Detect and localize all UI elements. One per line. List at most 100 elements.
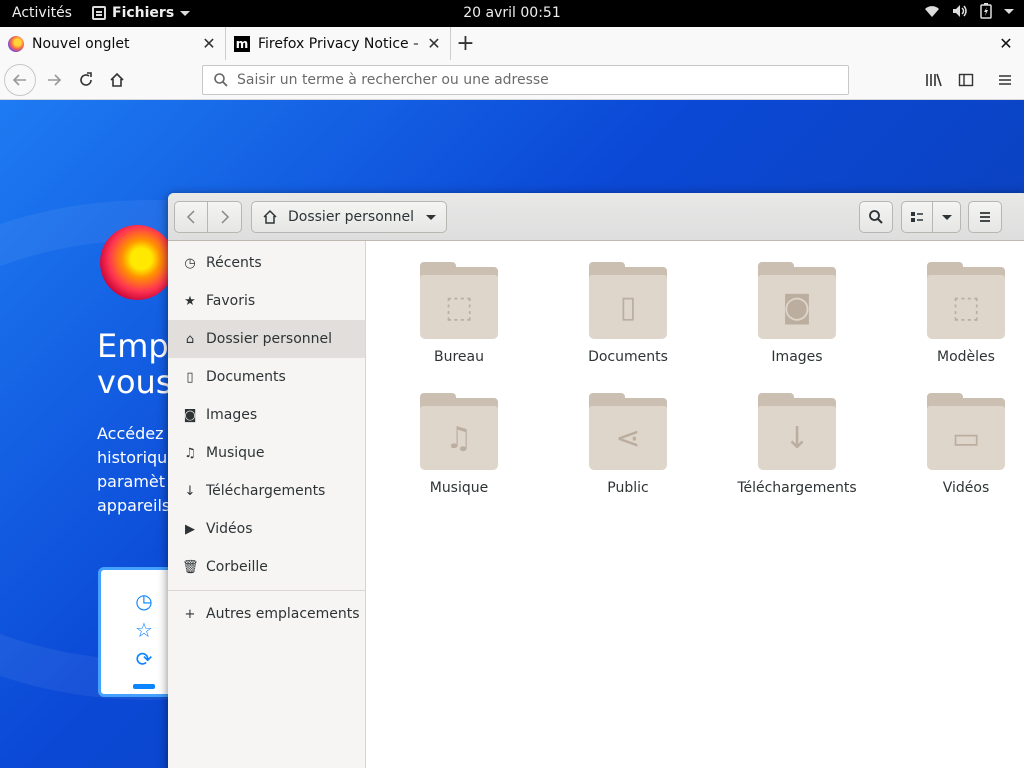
- back-button[interactable]: [4, 64, 36, 96]
- folder-modeles[interactable]: ⬚ Modèles: [896, 261, 1024, 365]
- video-icon: ▶: [185, 521, 195, 537]
- folder-musique[interactable]: ♫ Musique: [389, 392, 529, 496]
- sidebar-item-label: Récents: [206, 255, 262, 271]
- path-bar-label: Dossier personnel: [288, 209, 415, 225]
- folder-icon: ◙: [757, 261, 837, 341]
- folder-images[interactable]: ◙ Images: [727, 261, 867, 365]
- sync-icon: ⟳: [135, 647, 153, 671]
- navigation-toolbar: [0, 60, 1024, 100]
- reload-button[interactable]: [70, 64, 102, 96]
- plus-icon: +: [184, 606, 196, 622]
- home-button[interactable]: [101, 64, 133, 96]
- volume-icon: [953, 5, 967, 17]
- folder-icon: ⬚: [926, 261, 1006, 341]
- folder-label: Public: [607, 480, 649, 496]
- search-icon: [869, 210, 883, 224]
- arrow-right-icon: [48, 74, 62, 86]
- sidebar-item-documents[interactable]: ▯ Documents: [168, 358, 365, 396]
- hamburger-menu-icon: [999, 75, 1011, 85]
- chevron-down-icon: [1004, 8, 1014, 14]
- chevron-down-icon: [426, 214, 436, 220]
- view-toggle-button[interactable]: [901, 201, 933, 233]
- forward-button[interactable]: [38, 64, 70, 96]
- sidebar-item-label: Images: [206, 407, 258, 423]
- tab-title: Nouvel onglet: [32, 35, 130, 52]
- share-icon: ⋖: [615, 420, 641, 456]
- tab-bar-filler: [480, 27, 988, 60]
- library-button[interactable]: [918, 64, 950, 96]
- folder-icon: ⋖: [588, 392, 668, 472]
- close-icon[interactable]: ✕: [201, 34, 217, 53]
- download-icon: ↓: [784, 420, 810, 456]
- sidebar-item-downloads[interactable]: ↓ Téléchargements: [168, 472, 365, 510]
- sidebar-item-images[interactable]: ◙ Images: [168, 396, 365, 434]
- system-status-area[interactable]: [924, 3, 1014, 19]
- folder-label: Documents: [588, 349, 668, 365]
- trash-icon: 🗑︎: [182, 559, 199, 575]
- sidebar-separator: [168, 590, 365, 591]
- chevron-left-icon: [186, 210, 195, 224]
- device-home-bar: [133, 684, 155, 689]
- arrow-left-icon: [12, 74, 26, 86]
- tab-new-tab[interactable]: Nouvel onglet ✕: [0, 27, 225, 60]
- forward-button[interactable]: [208, 201, 242, 233]
- window-close-button[interactable]: ✕: [988, 27, 1024, 60]
- sidebar-toggle-button[interactable]: [950, 64, 982, 96]
- clock-icon: ◷: [135, 589, 153, 613]
- open-menu-button[interactable]: [989, 64, 1021, 96]
- sidebar-item-label: Vidéos: [206, 521, 253, 537]
- url-bar[interactable]: [202, 65, 849, 95]
- library-icon: [926, 73, 942, 87]
- files-window: Dossier personnel ◷ Récents ★ Favoris ⌂ …: [168, 193, 1024, 768]
- sidebar-item-label: Documents: [206, 369, 286, 385]
- menu-button[interactable]: [968, 201, 1002, 233]
- folder-videos[interactable]: ▭ Vidéos: [896, 392, 1024, 496]
- tab-title: Firefox Privacy Notice —: [258, 35, 418, 52]
- folder-documents[interactable]: ▯ Documents: [558, 261, 698, 365]
- sidebar-item-label: Autres emplacements: [206, 606, 360, 622]
- tab-bar: Nouvel onglet ✕ m Firefox Privacy Notice…: [0, 27, 1024, 60]
- folder-icon: ▭: [926, 392, 1006, 472]
- chevron-down-icon: [941, 214, 952, 220]
- view-options-button[interactable]: [933, 201, 961, 233]
- template-icon: ⬚: [951, 289, 981, 325]
- sidebar-item-favorites[interactable]: ★ Favoris: [168, 282, 365, 320]
- path-bar-button[interactable]: Dossier personnel: [251, 201, 447, 233]
- back-button[interactable]: [174, 201, 208, 233]
- camera-icon: ◙: [782, 289, 812, 325]
- folder-public[interactable]: ⋖ Public: [558, 392, 698, 496]
- page-title: Emp vous: [97, 327, 173, 401]
- home-icon: [110, 72, 124, 87]
- sidebar-item-music[interactable]: ♫ Musique: [168, 434, 365, 472]
- folder-telechargements[interactable]: ↓ Téléchargements: [727, 392, 867, 496]
- sidebar-item-recents[interactable]: ◷ Récents: [168, 244, 365, 282]
- folder-label: Bureau: [434, 349, 484, 365]
- new-tab-button[interactable]: +: [450, 27, 480, 60]
- mozilla-favicon-icon: m: [234, 35, 250, 52]
- battery-icon: [980, 3, 992, 19]
- folder-label: Modèles: [937, 349, 995, 365]
- sidebar-item-home[interactable]: ⌂ Dossier personnel: [168, 320, 365, 358]
- header-bar: Dossier personnel: [168, 193, 1024, 241]
- tab-privacy-notice[interactable]: m Firefox Privacy Notice — ✕: [225, 27, 450, 60]
- folder-label: Musique: [429, 480, 489, 496]
- url-input[interactable]: [237, 72, 848, 88]
- sidebar-item-label: Musique: [206, 445, 265, 461]
- list-view-icon: [911, 212, 923, 222]
- chevron-right-icon: [220, 210, 229, 224]
- folder-icon: ▯: [588, 261, 668, 341]
- folder-icon: ↓: [757, 392, 837, 472]
- download-icon: ↓: [184, 483, 196, 499]
- clock[interactable]: 20 avril 00:51: [0, 5, 1024, 21]
- sidebar-item-trash[interactable]: 🗑︎ Corbeille: [168, 548, 365, 586]
- sidebar-item-other-locations[interactable]: + Autres emplacements: [168, 595, 365, 633]
- firefox-logo-icon: [100, 225, 175, 300]
- close-icon[interactable]: ✕: [426, 34, 442, 53]
- star-icon: ☆: [135, 618, 153, 642]
- folder-icon: ⬚: [419, 261, 499, 341]
- sidebar-item-videos[interactable]: ▶ Vidéos: [168, 510, 365, 548]
- clock-icon: ◷: [184, 255, 196, 271]
- folder-label: Téléchargements: [737, 480, 857, 496]
- search-button[interactable]: [859, 201, 893, 233]
- folder-bureau[interactable]: ⬚ Bureau: [389, 261, 529, 365]
